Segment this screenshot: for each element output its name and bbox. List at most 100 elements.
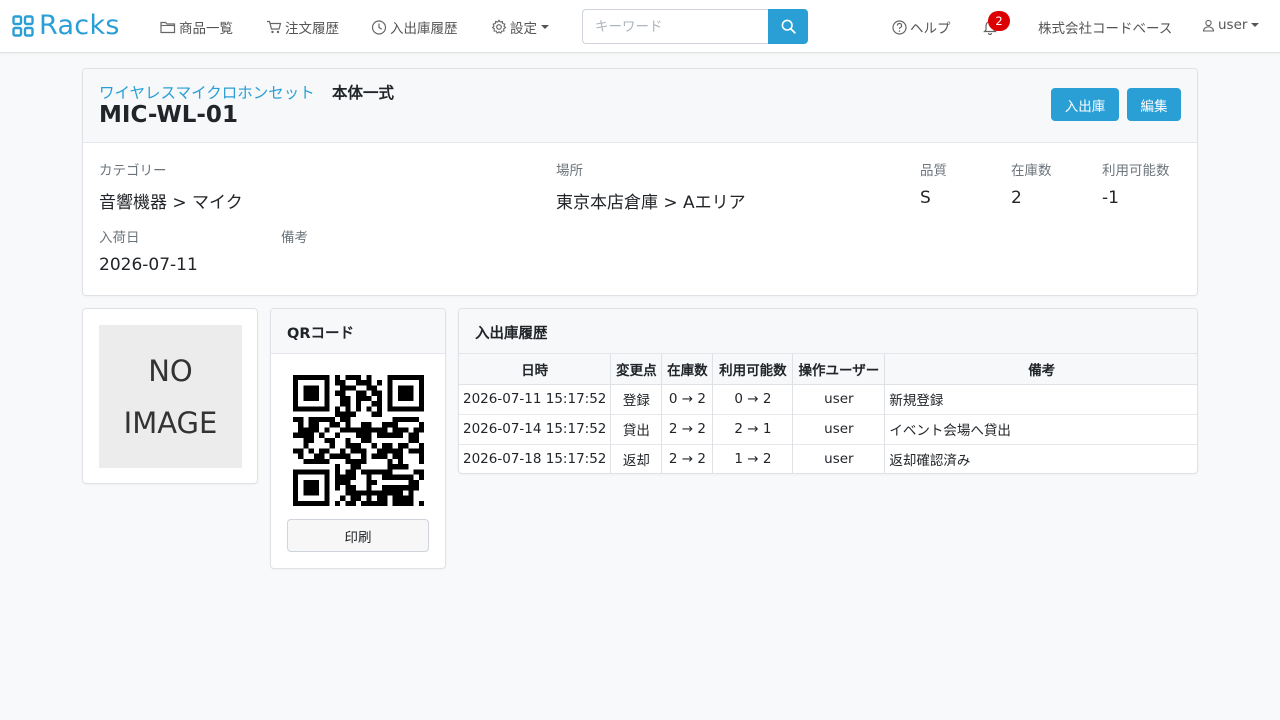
edit-button[interactable]: 編集 (1127, 88, 1181, 121)
nav-orders[interactable]: 注文履歴 (266, 17, 339, 37)
qr-module (387, 406, 393, 412)
qr-module (345, 411, 351, 417)
cell-stock: 2 → 2 (661, 413, 714, 444)
qr-module (313, 479, 320, 486)
qr-module (376, 453, 383, 459)
qr-module (319, 458, 325, 465)
qr-module (303, 390, 309, 396)
qr-module (350, 385, 356, 391)
qr-module (340, 427, 346, 433)
qr-module (392, 485, 398, 491)
qr-module (366, 375, 372, 381)
column-header-datetime: 日時 (459, 354, 612, 385)
qr-module (329, 453, 335, 459)
qr-module (418, 474, 424, 480)
qr-module (345, 427, 351, 433)
qr-code-image (293, 375, 424, 506)
qr-module (382, 495, 388, 501)
qr-module (345, 490, 351, 496)
qr-module (366, 500, 372, 506)
cell-available: 0 → 2 (712, 383, 794, 414)
table-row: 2026-07-14 15:17:52 貸出 2 → 2 2 → 1 user … (459, 413, 1197, 444)
qr-module (308, 479, 314, 486)
qr-module (334, 432, 341, 438)
nav-settings-dropdown[interactable]: 設定 (491, 17, 549, 37)
qr-module (313, 485, 320, 491)
qr-module (418, 458, 424, 465)
qr-module (376, 490, 383, 496)
qr-module (293, 432, 299, 438)
qr-module (303, 485, 309, 491)
category-value: 音響機器 > マイク (99, 193, 243, 213)
qr-module (350, 469, 356, 475)
qr-module (382, 469, 388, 475)
qr-module (382, 443, 388, 449)
cell-datetime: 2026-07-11 15:17:52 (459, 383, 612, 414)
qr-module (355, 458, 362, 465)
qr-module (366, 469, 372, 475)
cell-datetime: 2026-07-18 15:17:52 (459, 443, 612, 473)
qr-module (418, 390, 424, 396)
brand-logo[interactable]: Racks (12, 10, 120, 42)
nav-products[interactable]: 商品一覧 (160, 17, 233, 37)
cell-datetime: 2026-07-14 15:17:52 (459, 413, 612, 444)
qr-module (366, 385, 372, 391)
qr-module (418, 453, 424, 459)
qr-module (308, 448, 314, 454)
qr-module (293, 375, 299, 381)
qr-module (334, 464, 341, 470)
qr-module (382, 432, 388, 438)
qr-module (324, 495, 330, 501)
arrival-date-value: 2026-07-11 (99, 255, 198, 275)
qr-module (340, 390, 346, 396)
qr-module (397, 464, 404, 470)
stock-in-out-button[interactable]: 入出庫 (1051, 88, 1119, 121)
qr-module (408, 448, 414, 454)
product-variant: 本体一式 (332, 84, 395, 102)
qr-module (319, 469, 325, 475)
qr-module (392, 500, 398, 506)
qr-module (293, 401, 299, 407)
qr-module (408, 485, 414, 491)
qr-module (366, 495, 372, 501)
qr-module (345, 500, 351, 506)
qr-module (340, 416, 346, 423)
qr-module (366, 479, 372, 486)
search-button[interactable] (768, 9, 808, 44)
qr-module (308, 469, 314, 475)
qr-module (340, 411, 346, 417)
product-name-link[interactable]: ワイヤレスマイクロホンセット (99, 81, 315, 103)
table-header-row: 日時 変更点 在庫数 利用可能数 操作ユーザー 備考 (459, 354, 1197, 385)
search-input[interactable] (582, 9, 768, 44)
cell-stock: 2 → 2 (661, 443, 714, 473)
navbar: Racks 商品一覧 注文履歴 入出庫履歴 設定 ヘルプ 2 株式会社コードベー… (0, 0, 1280, 53)
qr-module (408, 375, 414, 381)
qr-module (403, 385, 409, 391)
qr-module (376, 427, 383, 433)
qr-module (334, 390, 341, 396)
nav-stock-history[interactable]: 入出庫履歴 (371, 17, 458, 37)
nav-help[interactable]: ヘルプ (892, 17, 951, 37)
search-icon (781, 19, 796, 34)
qr-module (376, 495, 383, 501)
qr-module (418, 448, 424, 454)
print-button[interactable]: 印刷 (287, 519, 429, 552)
qr-module (308, 458, 314, 465)
qr-module (355, 427, 362, 433)
notifications-button[interactable]: 2 (982, 11, 1012, 39)
cell-user: user (792, 413, 886, 444)
qr-module (340, 401, 346, 407)
user-menu-dropdown[interactable]: user (1202, 17, 1260, 33)
cell-user: user (792, 383, 886, 414)
qr-module (298, 406, 304, 412)
qr-module (329, 422, 335, 428)
qr-module (355, 406, 362, 412)
column-header-change: 変更点 (610, 354, 663, 385)
qr-module (308, 385, 314, 391)
available-count-value: -1 (1102, 188, 1119, 208)
qr-module (345, 474, 351, 480)
qr-module (313, 458, 320, 465)
available-count-label: 利用可能数 (1102, 163, 1170, 179)
qr-module (397, 406, 404, 412)
qr-module (392, 416, 398, 423)
